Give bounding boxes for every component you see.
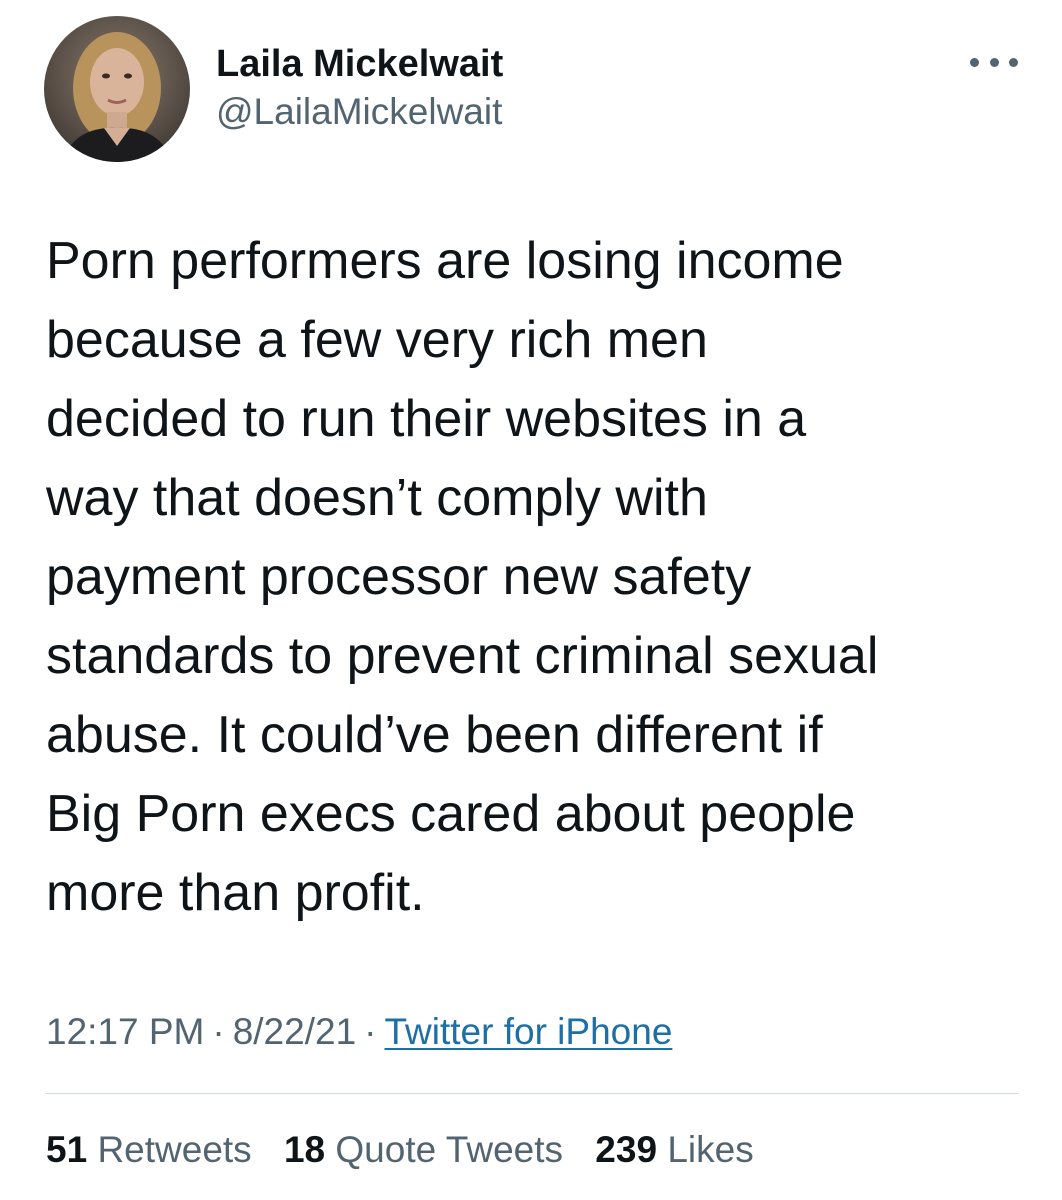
retweets-label: Retweets: [97, 1129, 252, 1170]
tweet-time[interactable]: 12:17 PM: [46, 1011, 204, 1052]
tweet-text-line: way that doesn’t comply with: [46, 469, 708, 527]
author-display-name[interactable]: Laila Mickelwait: [216, 40, 503, 88]
tweet-text-line: standards to prevent criminal sexual: [46, 627, 879, 685]
retweets-count: 51: [46, 1129, 88, 1170]
quote-tweets-count: 18: [283, 1129, 326, 1170]
tweet-card: Laila Mickelwait @LailaMickelwait Porn p…: [0, 0, 1062, 1200]
more-dot: [1009, 57, 1018, 67]
tweet-text-line: abuse. It could’ve been different if: [46, 706, 823, 764]
tweet-meta: 12:17 PM · 8/22/21 · Twitter for iPhone: [46, 1008, 672, 1056]
retweets-stat[interactable]: 51 Retweets: [46, 1126, 252, 1174]
tweet-text: Porn performers are losing income becaus…: [46, 222, 1026, 933]
meta-separator: ·: [364, 1011, 377, 1052]
likes-count: 239: [595, 1129, 658, 1170]
author-handle[interactable]: @LailaMickelwait: [216, 88, 503, 136]
tweet-stats: 51 Retweets 18 Quote Tweets 239 Likes: [46, 1126, 776, 1174]
tweet-text-line: more than profit.: [46, 864, 425, 922]
tweet-text-line: Big Porn execs cared about people: [46, 785, 856, 843]
tweet-text-line: payment processor new safety: [46, 548, 752, 606]
quote-tweets-stat[interactable]: 18 Quote Tweets: [284, 1126, 563, 1174]
divider: [46, 1093, 1018, 1094]
meta-separator: ·: [212, 1011, 225, 1052]
tweet-source-link[interactable]: Twitter for iPhone: [384, 1011, 672, 1052]
author-avatar[interactable]: [44, 16, 190, 162]
more-dot: [989, 57, 999, 67]
tweet-text-line: Porn performers are losing income: [46, 232, 844, 290]
more-dot: [970, 57, 979, 67]
likes-stat[interactable]: 239 Likes: [595, 1126, 753, 1174]
author-info: Laila Mickelwait @LailaMickelwait: [216, 40, 503, 136]
quote-tweets-label: Quote Tweets: [335, 1129, 564, 1170]
tweet-date[interactable]: 8/22/21: [233, 1011, 356, 1052]
avatar-image: [62, 32, 172, 162]
tweet-text-line: because a few very rich men: [46, 311, 708, 369]
more-options-icon[interactable]: [970, 50, 1018, 74]
likes-label: Likes: [667, 1129, 754, 1170]
tweet-text-line: decided to run their websites in a: [46, 390, 807, 448]
